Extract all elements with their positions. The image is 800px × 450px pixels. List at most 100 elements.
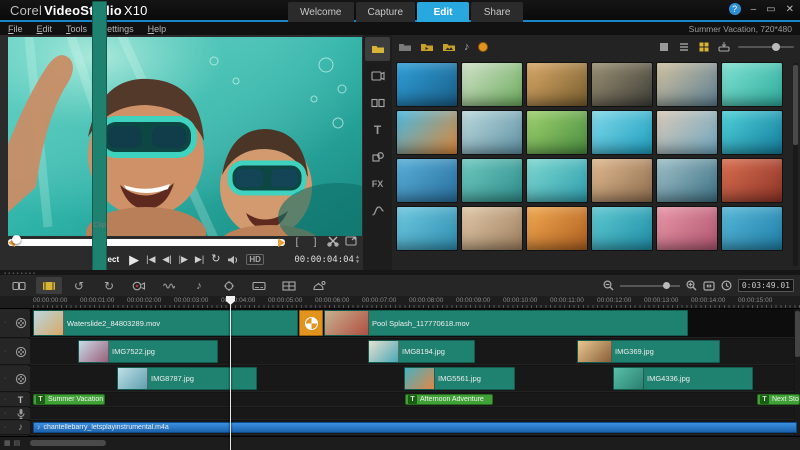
volume-button[interactable] [227,254,239,266]
show-videos-icon[interactable] [420,41,434,53]
media-thumbnail[interactable] [591,158,653,203]
sound-mixer-button[interactable] [156,277,182,294]
music-clip[interactable]: ♪ chantellebarry_letsplayinstrumental.m4a [33,422,797,433]
close-icon[interactable]: ✕ [786,4,794,15]
project-duration-value[interactable]: 0:03:49.01 [737,279,794,292]
media-thumbnail[interactable] [461,206,523,251]
timeline-hscrollbar[interactable] [30,440,106,446]
timeline-view-button[interactable] [36,277,62,294]
timeline-playhead[interactable] [226,296,235,450]
trim-bar[interactable] [8,235,285,248]
tab-share[interactable]: Share [471,2,524,22]
zoom-in-icon[interactable] [686,280,697,291]
timeline-ruler[interactable]: 00:00:00:00 00:00:01:00 00:00:02:00 00:00:0… [0,296,800,309]
zoom-out-icon[interactable] [603,280,614,291]
hd-toggle[interactable]: HD [246,254,264,266]
project-duration-icon[interactable] [721,280,732,291]
playback-mode-toggle[interactable]: Project Clip [92,1,119,449]
title-clip[interactable]: TNext Stop [757,394,800,405]
gallery-folder-icon[interactable] [398,41,412,53]
restore-icon[interactable]: ▭ [766,4,775,15]
track-toggle-icon[interactable]: ◦ [0,320,11,326]
scrubber-knob[interactable] [12,235,21,245]
import-media-icon[interactable] [718,41,730,53]
motion-tracking-button[interactable] [216,277,242,294]
title-clip[interactable]: T Summer Vacation [33,394,105,405]
timeline-clip[interactable]: Pool Splash_117770618.mov [324,310,688,336]
transition-clip[interactable] [299,310,323,336]
enlarge-preview-icon[interactable] [345,235,357,250]
media-thumbnail[interactable] [396,158,458,203]
undo-button[interactable]: ↺ [66,277,92,294]
library-zoom-slider[interactable] [738,43,794,51]
media-thumbnail[interactable] [721,206,783,251]
video-track-content[interactable]: Waterslide2_84803289.mov Pool Splash_1177… [30,309,794,338]
media-thumbnail[interactable] [461,158,523,203]
music-track-content[interactable]: ♪ chantellebarry_letsplayinstrumental.m4a [30,421,797,435]
video-track-header[interactable]: ◦ [0,309,30,338]
preview-video[interactable] [8,37,362,237]
preview-timecode[interactable]: 00:00:04:04 ▲ ▼ [294,254,359,265]
show-photos-icon[interactable] [442,41,456,53]
fit-project-icon[interactable] [703,280,715,291]
track-toggle-icon[interactable]: ◦ [0,349,11,355]
track-manager-icons[interactable]: ▦▤ [4,439,23,447]
next-frame-button[interactable]: |▶ [179,255,188,264]
help-icon[interactable]: ? [728,3,741,15]
music-track-header[interactable]: ◦ ♪ [0,421,30,435]
media-thumbnail[interactable] [461,110,523,155]
split-screen-template-button[interactable] [276,277,302,294]
media-thumbnail[interactable] [656,110,718,155]
library-nav-motion-path[interactable] [365,199,390,223]
library-nav-instant-project[interactable] [365,64,390,88]
tab-capture[interactable]: Capture [355,2,416,22]
timeline-clip[interactable]: IMG4336.jpg [613,367,753,390]
overlay-track-2-content[interactable]: IMG8787.jpg IMG5561.jpg IMG4336.jpg [30,366,794,392]
overlay-track-1-header[interactable]: ◦ [0,339,30,365]
prev-frame-button[interactable]: ◀| [162,255,171,264]
subtitle-editor-button[interactable] [246,277,272,294]
media-thumbnail[interactable] [721,62,783,107]
library-nav-media[interactable] [365,37,390,61]
timecode-stepper-icon[interactable]: ▲ ▼ [356,254,359,265]
voice-track-content[interactable] [30,408,794,420]
compact-view-icon[interactable] [658,41,670,53]
repeat-button[interactable]: ↻ [211,254,220,265]
media-thumbnail[interactable] [656,62,718,107]
storyboard-view-button[interactable] [6,277,32,294]
mark-in-icon[interactable]: [ [291,237,303,248]
play-button[interactable]: ▶ [129,253,139,266]
media-thumbnail[interactable] [526,158,588,203]
record-capture-option-button[interactable] [126,277,152,294]
track-toggle-icon[interactable]: ◦ [0,397,11,403]
media-thumbnail[interactable] [591,62,653,107]
track-toggle-icon[interactable]: ◦ [0,425,11,431]
home-button[interactable]: |◀ [146,255,155,264]
library-nav-graphic[interactable] [365,145,390,169]
auto-music-button[interactable]: ♪ [186,277,212,294]
media-thumbnail[interactable] [591,206,653,251]
library-nav-transition[interactable] [365,91,390,115]
track-toggle-icon[interactable]: ◦ [0,411,11,417]
track-toggle-icon[interactable]: ◦ [0,376,11,382]
end-button[interactable]: ▶| [195,255,204,264]
thumbnail-view-icon[interactable] [698,41,710,53]
title-track-content[interactable]: T Summer Vacation T Afternoon Adventure T Nex… [30,393,800,407]
timeline-clip[interactable]: IMG7522.jpg [78,340,218,363]
library-nav-title[interactable]: T [365,118,390,142]
timeline-clip[interactable]: Waterslide2_84803289.mov [33,310,298,336]
library-nav-filter[interactable]: FX [365,172,390,196]
media-thumbnail[interactable] [656,158,718,203]
title-track-header[interactable]: ◦ T [0,393,30,407]
split-clip-icon[interactable] [327,235,339,250]
timeline-clip[interactable]: IMG5561.jpg [404,367,515,390]
media-thumbnail[interactable] [721,158,783,203]
redo-button[interactable]: ↻ [96,277,122,294]
menu-file[interactable]: File [8,24,23,34]
title-clip[interactable]: T Afternoon Adventure [405,394,493,405]
list-view-icon[interactable] [678,41,690,53]
timeline-clip[interactable]: IMG8787.jpg [117,367,257,390]
tab-edit[interactable]: Edit [417,2,470,22]
record-import-icon[interactable] [477,42,488,52]
menu-tools[interactable]: Tools [66,24,87,34]
